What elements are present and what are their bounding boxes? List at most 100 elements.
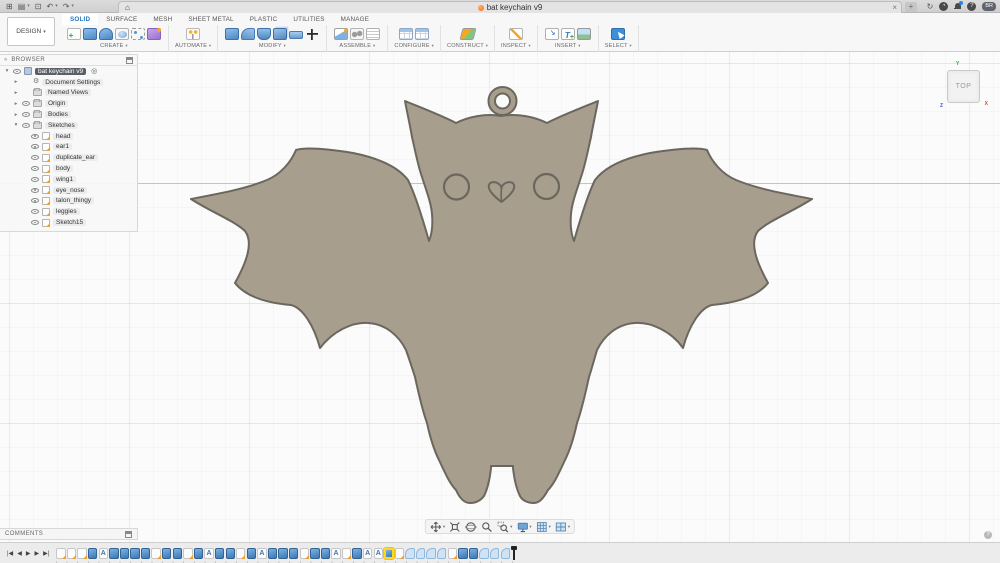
- timeline-feature-extrude[interactable]: [247, 548, 256, 559]
- grid-snaps-button[interactable]: ▾: [536, 521, 551, 533]
- insert-derive-icon[interactable]: [545, 28, 559, 40]
- timeline-feature-sketch[interactable]: [342, 548, 351, 559]
- timeline-feature-extrude[interactable]: [226, 548, 235, 559]
- visibility-eye-icon[interactable]: [31, 155, 39, 160]
- timeline-feature-extrude[interactable]: [141, 548, 150, 559]
- timeline-feature-fillet[interactable]: [416, 548, 425, 559]
- tab-manage[interactable]: MANAGE: [333, 14, 378, 25]
- measure-icon[interactable]: [509, 28, 523, 40]
- insert-image-icon[interactable]: [577, 28, 591, 40]
- visibility-eye-icon[interactable]: [31, 166, 39, 171]
- save-icon[interactable]: ⊡: [35, 2, 42, 11]
- orbit-button[interactable]: [465, 521, 477, 533]
- timeline-feature-sketch[interactable]: [77, 548, 86, 559]
- group-label-assemble[interactable]: ASSEMBLE ▾: [339, 43, 375, 49]
- browser-row-bat-keychain-v9[interactable]: ▾bat keychain v9◎: [0, 66, 137, 77]
- expander-icon[interactable]: ▾: [4, 68, 10, 74]
- timeline-feature-extrude[interactable]: [278, 548, 287, 559]
- automate-icon[interactable]: [186, 28, 200, 40]
- group-label-insert[interactable]: INSERT ▾: [555, 43, 581, 49]
- viewcube[interactable]: Y TOP Z X: [942, 64, 986, 108]
- timeline-feature-text[interactable]: A: [204, 548, 213, 559]
- move-icon[interactable]: [305, 28, 319, 40]
- dock-panel-icon[interactable]: [125, 531, 132, 538]
- data-panel-icon[interactable]: ⊞: [6, 2, 13, 11]
- comments-bar[interactable]: COMMENTS: [0, 528, 138, 540]
- expander-icon[interactable]: ▸: [13, 90, 19, 96]
- visibility-eye-icon[interactable]: [31, 134, 39, 139]
- viewcube-top-face[interactable]: TOP: [947, 70, 980, 103]
- pan-button[interactable]: ▾: [430, 521, 445, 533]
- browser-row-bodies[interactable]: ▸Bodies: [0, 109, 137, 120]
- timeline-feature-sketch[interactable]: [300, 548, 309, 559]
- activate-component-icon[interactable]: ◎: [91, 67, 97, 75]
- timeline-feature-sketch[interactable]: [56, 548, 65, 559]
- timeline-feature-extrude[interactable]: [162, 548, 171, 559]
- group-label-modify[interactable]: MODIFY ▾: [259, 43, 286, 49]
- timeline-feature-text[interactable]: A: [374, 548, 383, 559]
- visibility-eye-icon[interactable]: [31, 198, 39, 203]
- timeline-feature-sketch[interactable]: [151, 548, 160, 559]
- browser-row-sketches[interactable]: ▾Sketches: [0, 120, 137, 131]
- visibility-eye-icon[interactable]: [31, 188, 39, 193]
- job-status-icon[interactable]: ◔: [939, 2, 948, 11]
- undo-icon[interactable]: ↶: [46, 2, 53, 11]
- timeline-feature-sketch[interactable]: [395, 548, 404, 559]
- split-icon[interactable]: [289, 31, 303, 39]
- browser-row-head[interactable]: head: [0, 131, 137, 142]
- bat-keychain-model[interactable]: [0, 52, 1000, 542]
- timeline-feature-extrude[interactable]: [469, 548, 478, 559]
- joint-icon[interactable]: [350, 28, 364, 40]
- bom-icon[interactable]: [366, 28, 380, 40]
- browser-row-talon_thingy[interactable]: talon_thingy: [0, 196, 137, 207]
- group-label-construct[interactable]: CONSTRUCT ▾: [447, 43, 488, 49]
- extrude-icon[interactable]: [83, 28, 97, 40]
- display-settings-button[interactable]: ▾: [516, 521, 531, 533]
- help-icon[interactable]: ?: [967, 2, 976, 11]
- look-at-button[interactable]: [481, 521, 493, 533]
- new-sketch-icon[interactable]: [67, 28, 81, 40]
- viewport-canvas[interactable]: « BROWSER ▾bat keychain v9◎▸⚙Document Se…: [0, 52, 1000, 542]
- timeline-feature-extrude[interactable]: [194, 548, 203, 559]
- tab-solid[interactable]: SOLID: [62, 14, 98, 25]
- timeline-feature-text[interactable]: A: [331, 548, 340, 559]
- zoom-window-button[interactable]: ▾: [497, 521, 512, 533]
- timeline-feature-extrude[interactable]: [352, 548, 361, 559]
- go-to-end-button[interactable]: ▶|: [43, 550, 49, 557]
- bat-body[interactable]: [191, 101, 812, 503]
- timeline-feature-extrude-selected[interactable]: [384, 548, 393, 559]
- tab-sheet-metal[interactable]: SHEET METAL: [180, 14, 241, 25]
- timeline-feature-fillet[interactable]: [501, 548, 510, 559]
- visibility-eye-icon[interactable]: [22, 101, 30, 106]
- timeline-feature-extrude[interactable]: [109, 548, 118, 559]
- tab-surface[interactable]: SURFACE: [98, 14, 145, 25]
- visibility-eye-icon[interactable]: [22, 123, 30, 128]
- group-label-create[interactable]: CREATE ▾: [100, 43, 128, 49]
- timeline-feature-extrude[interactable]: [458, 548, 467, 559]
- expander-icon[interactable]: ▸: [13, 79, 19, 85]
- dock-panel-icon[interactable]: [126, 57, 133, 64]
- browser-row-duplicate_ear[interactable]: duplicate_ear: [0, 152, 137, 163]
- timeline-feature-fillet[interactable]: [490, 548, 499, 559]
- step-back-button[interactable]: ◀: [17, 550, 22, 557]
- new-component-icon[interactable]: [334, 28, 348, 40]
- tab-utilities[interactable]: UTILITIES: [285, 14, 332, 25]
- browser-row-ear1[interactable]: ear1: [0, 142, 137, 153]
- timeline-feature-extrude[interactable]: [120, 548, 129, 559]
- insert-text-icon[interactable]: [561, 28, 575, 40]
- revolve-icon[interactable]: [99, 28, 113, 40]
- browser-row-sketch15[interactable]: Sketch15: [0, 217, 137, 228]
- visibility-eye-icon[interactable]: [31, 209, 39, 214]
- new-tab-button[interactable]: +: [905, 2, 917, 12]
- step-forward-button[interactable]: ▶: [34, 550, 39, 557]
- browser-row-document-settings[interactable]: ▸⚙Document Settings: [0, 77, 137, 88]
- browser-row-body[interactable]: body: [0, 163, 137, 174]
- construct-plane-icon[interactable]: [459, 28, 476, 40]
- browser-row-wing1[interactable]: wing1: [0, 174, 137, 185]
- timeline-feature-text[interactable]: A: [363, 548, 372, 559]
- timeline-feature-extrude[interactable]: [289, 548, 298, 559]
- tab-mesh[interactable]: MESH: [145, 14, 180, 25]
- group-label-inspect[interactable]: INSPECT ▾: [501, 43, 531, 49]
- browser-row-eye_nose[interactable]: eye_nose: [0, 185, 137, 196]
- cylinder-icon[interactable]: [115, 28, 129, 40]
